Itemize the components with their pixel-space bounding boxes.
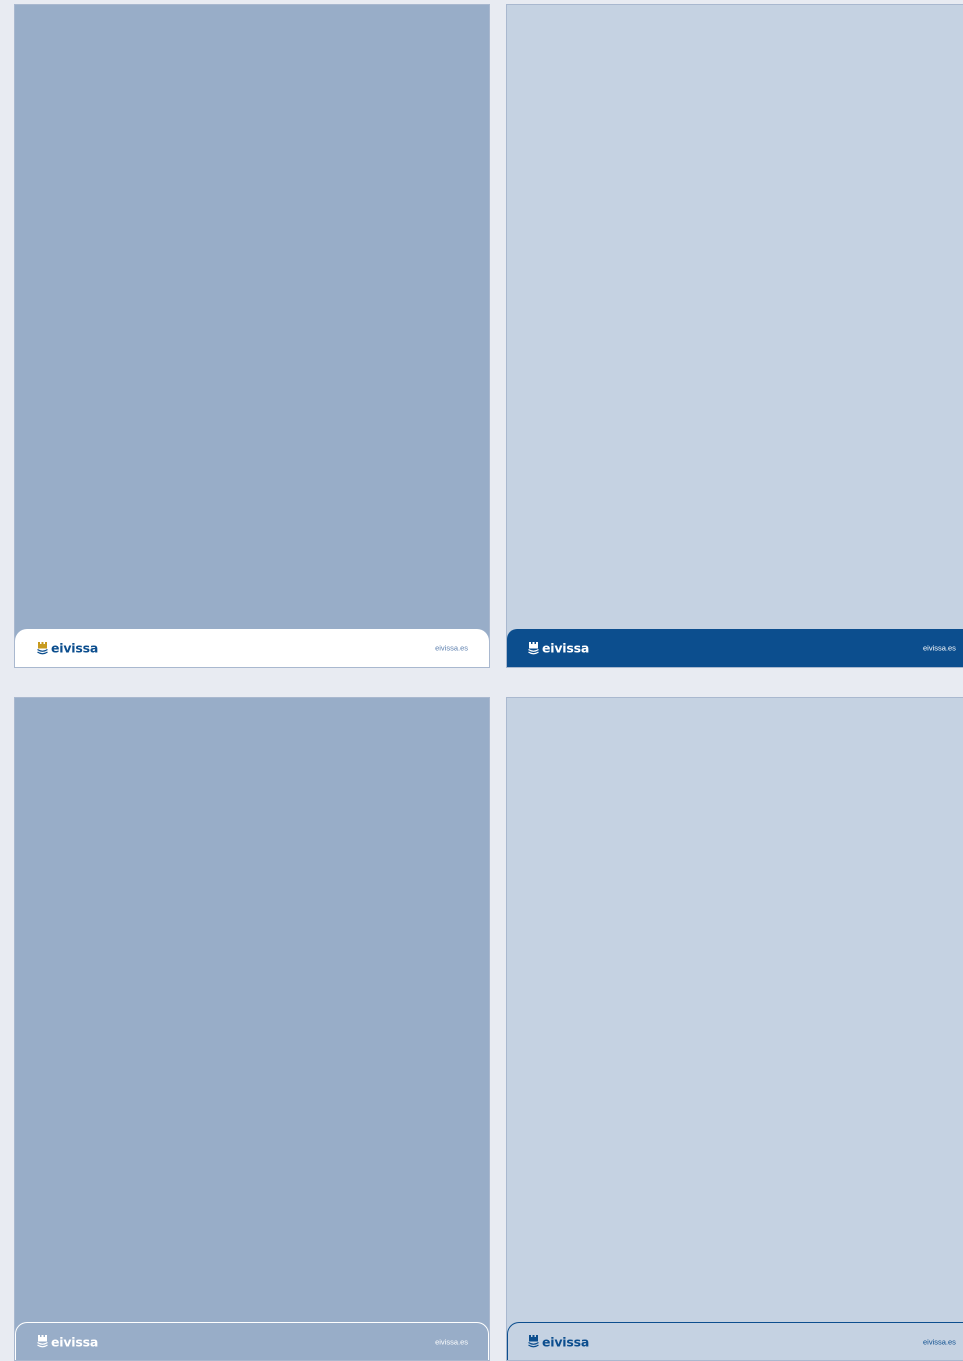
website-url: eivissa.es [435, 1337, 468, 1346]
template-panel-dark-blue-footer: eivissa eivissa.es [506, 4, 963, 668]
template-panel-outline-footer-dark: eivissa eivissa.es [506, 697, 963, 1361]
eivissa-emblem-icon [37, 641, 48, 654]
brand-logo: eivissa [528, 641, 589, 656]
panel-footer: eivissa eivissa.es [507, 1322, 963, 1360]
brand-name: eivissa [542, 1334, 590, 1349]
brand-name: eivissa [51, 640, 99, 656]
brand-logo: eivissa [37, 641, 98, 656]
website-url: eivissa.es [923, 643, 956, 653]
brand-logo: eivissa [528, 1334, 589, 1349]
brand-name: eivissa [542, 640, 590, 656]
panel-footer: eivissa eivissa.es [507, 629, 963, 667]
eivissa-emblem-icon [528, 1335, 539, 1348]
website-url: eivissa.es [435, 643, 468, 653]
panel-footer: eivissa eivissa.es [15, 1322, 489, 1360]
website-url: eivissa.es [923, 1337, 956, 1346]
template-panel-white-footer: eivissa eivissa.es [14, 4, 490, 668]
eivissa-emblem-icon [37, 1335, 48, 1348]
brand-name: eivissa [51, 1334, 99, 1349]
panel-footer: eivissa eivissa.es [15, 629, 489, 667]
eivissa-emblem-icon [528, 641, 539, 654]
template-panel-outline-footer: eivissa eivissa.es [14, 697, 490, 1361]
brand-logo: eivissa [37, 1334, 98, 1349]
